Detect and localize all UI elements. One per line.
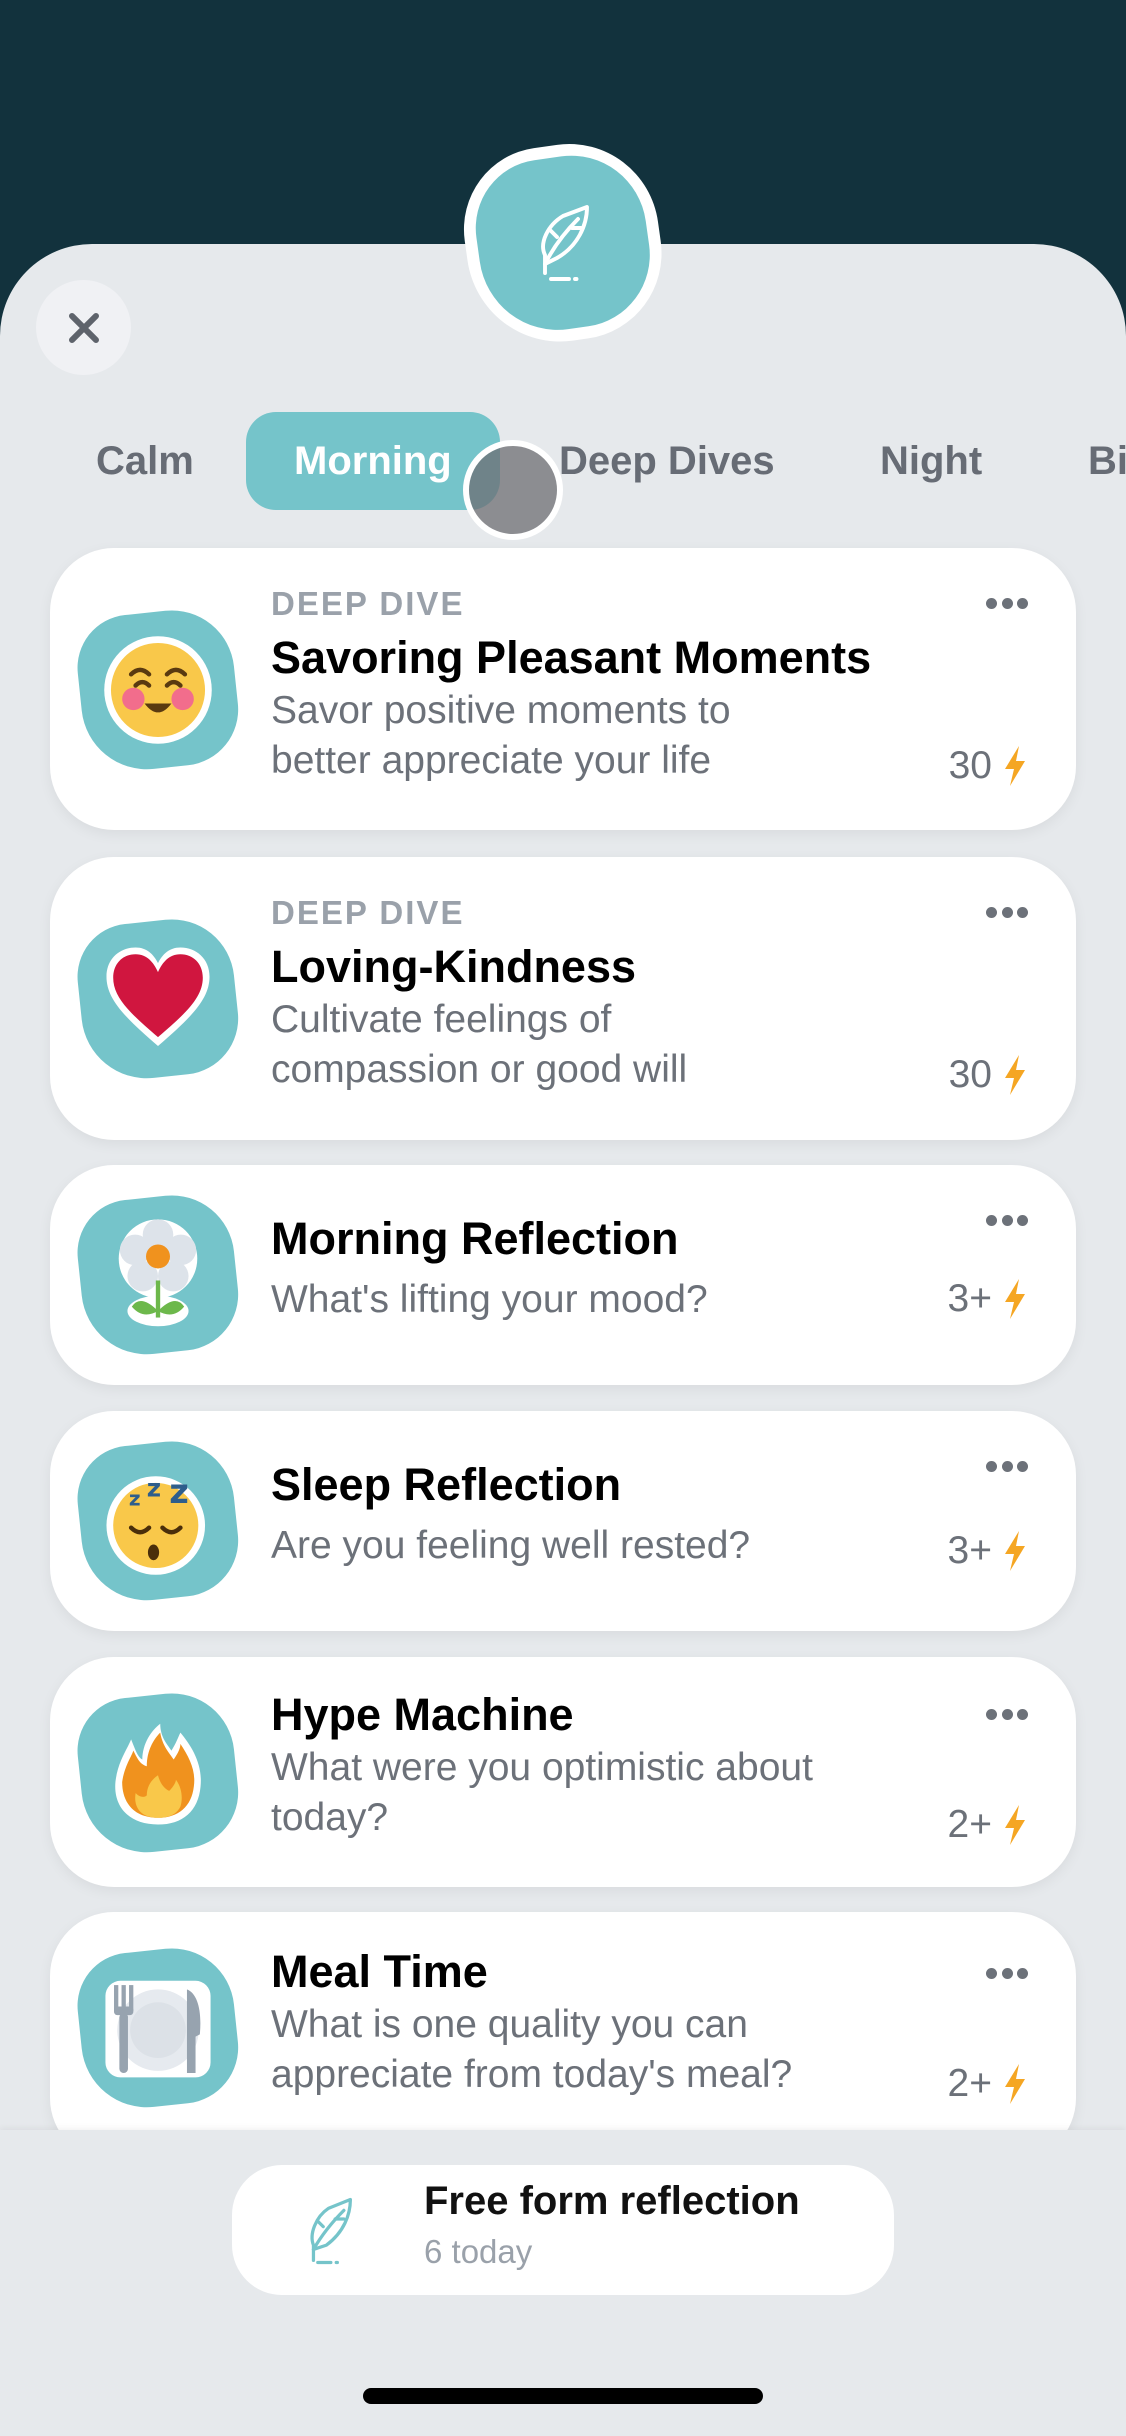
points-badge: 3+	[948, 1277, 1028, 1321]
points-badge: 3+	[948, 1529, 1028, 1573]
flower-icon	[118, 1219, 198, 1327]
svg-text:z: z	[169, 1472, 189, 1511]
points-value: 2+	[947, 2062, 992, 2105]
close-button[interactable]	[36, 280, 131, 375]
card-icon-bg	[72, 1942, 244, 2114]
card-icon-bg	[72, 604, 244, 776]
home-indicator[interactable]	[363, 2388, 763, 2404]
more-options-button[interactable]	[986, 1215, 1028, 1229]
free-form-title: Free form reflection	[424, 2179, 800, 2223]
touch-indicator	[463, 440, 563, 540]
more-options-button[interactable]	[986, 907, 1028, 921]
reflection-card[interactable]: DEEP DIVE Loving-Kindness Cultivate feel…	[50, 857, 1076, 1140]
reflection-card[interactable]: Hype Machine What were you optimistic ab…	[50, 1657, 1076, 1887]
lightning-bolt-icon	[1005, 746, 1025, 786]
tab-calm[interactable]: Calm	[96, 412, 194, 510]
card-icon-bg	[72, 1189, 244, 1361]
free-form-reflection-button[interactable]: Free form reflection 6 today	[232, 2165, 894, 2295]
card-title: Savoring Pleasant Moments	[271, 632, 872, 683]
more-options-button[interactable]	[986, 598, 1028, 612]
fire-icon	[115, 1723, 201, 1825]
card-description-line: What were you optimistic about	[271, 1746, 813, 1789]
more-options-button[interactable]	[986, 1968, 1028, 1982]
reflection-card[interactable]: zzz Sleep Reflection Are you feeling wel…	[50, 1411, 1076, 1631]
card-title: Meal Time	[271, 1946, 488, 1997]
card-kicker: DEEP DIVE	[271, 585, 465, 622]
feather-quill-icon	[310, 2197, 352, 2265]
points-badge: 2+	[948, 1803, 1028, 1847]
points-badge: 30	[949, 1053, 1028, 1097]
category-tabs: Calm Morning Deep Dives Night Bi	[0, 412, 1126, 510]
points-badge: 30	[949, 744, 1028, 788]
card-description-line: Cultivate feelings of	[271, 998, 612, 1041]
card-title: Morning Reflection	[271, 1213, 679, 1264]
card-icon-bg	[72, 1687, 244, 1859]
card-title: Sleep Reflection	[271, 1459, 622, 1510]
tab-deep-dives[interactable]: Deep Dives	[559, 412, 775, 510]
feather-quill-icon	[541, 205, 589, 281]
plate-fork-knife-icon	[105, 1980, 211, 2078]
lightning-bolt-icon	[1005, 2064, 1025, 2104]
points-value: 3+	[947, 1277, 992, 1320]
tab-night[interactable]: Night	[880, 412, 982, 510]
lightning-bolt-icon	[1005, 1279, 1025, 1319]
card-description-line: Savor positive moments to	[271, 689, 731, 732]
more-options-button[interactable]	[986, 1709, 1028, 1723]
svg-text:z: z	[147, 1473, 161, 1502]
card-description-line: better appreciate your life	[271, 739, 712, 782]
card-description-line: today?	[271, 1796, 389, 1839]
reflection-card[interactable]: Morning Reflection What's lifting your m…	[50, 1165, 1076, 1385]
smiling-face-icon	[104, 636, 212, 744]
card-description-line: What's lifting your mood?	[271, 1278, 708, 1321]
card-title: Hype Machine	[271, 1689, 574, 1740]
close-icon	[68, 312, 99, 343]
points-value: 3+	[947, 1529, 992, 1572]
reflection-card[interactable]: DEEP DIVE Savoring Pleasant Moments Savo…	[50, 548, 1076, 830]
points-badge: 2+	[948, 2062, 1028, 2106]
card-icon-bg: zzz	[72, 1435, 244, 1607]
points-value: 2+	[947, 1803, 992, 1846]
card-icon-bg	[72, 913, 244, 1085]
card-description-line: Are you feeling well rested?	[271, 1524, 751, 1567]
tab-morning[interactable]: Morning	[246, 412, 500, 510]
lightning-bolt-icon	[1005, 1055, 1025, 1095]
tab-bi[interactable]: Bi	[1088, 412, 1126, 510]
card-description-line: compassion or good will	[271, 1048, 688, 1091]
reflection-card[interactable]: Meal Time What is one quality you can ap…	[50, 1912, 1076, 2162]
card-description-line: What is one quality you can	[271, 2003, 748, 2046]
lightning-bolt-icon	[1005, 1531, 1025, 1571]
points-value: 30	[948, 1053, 992, 1096]
svg-text:z: z	[129, 1486, 141, 1510]
heart-icon	[106, 947, 210, 1047]
card-kicker: DEEP DIVE	[271, 894, 465, 931]
card-title: Loving-Kindness	[271, 941, 637, 992]
lightning-bolt-icon	[1005, 1805, 1025, 1845]
card-description-line: appreciate from today's meal?	[271, 2053, 793, 2096]
points-value: 30	[948, 744, 992, 787]
free-form-count: 6 today	[424, 2233, 533, 2270]
more-options-button[interactable]	[986, 1461, 1028, 1475]
sleeping-face-icon: zzz	[106, 1472, 206, 1575]
